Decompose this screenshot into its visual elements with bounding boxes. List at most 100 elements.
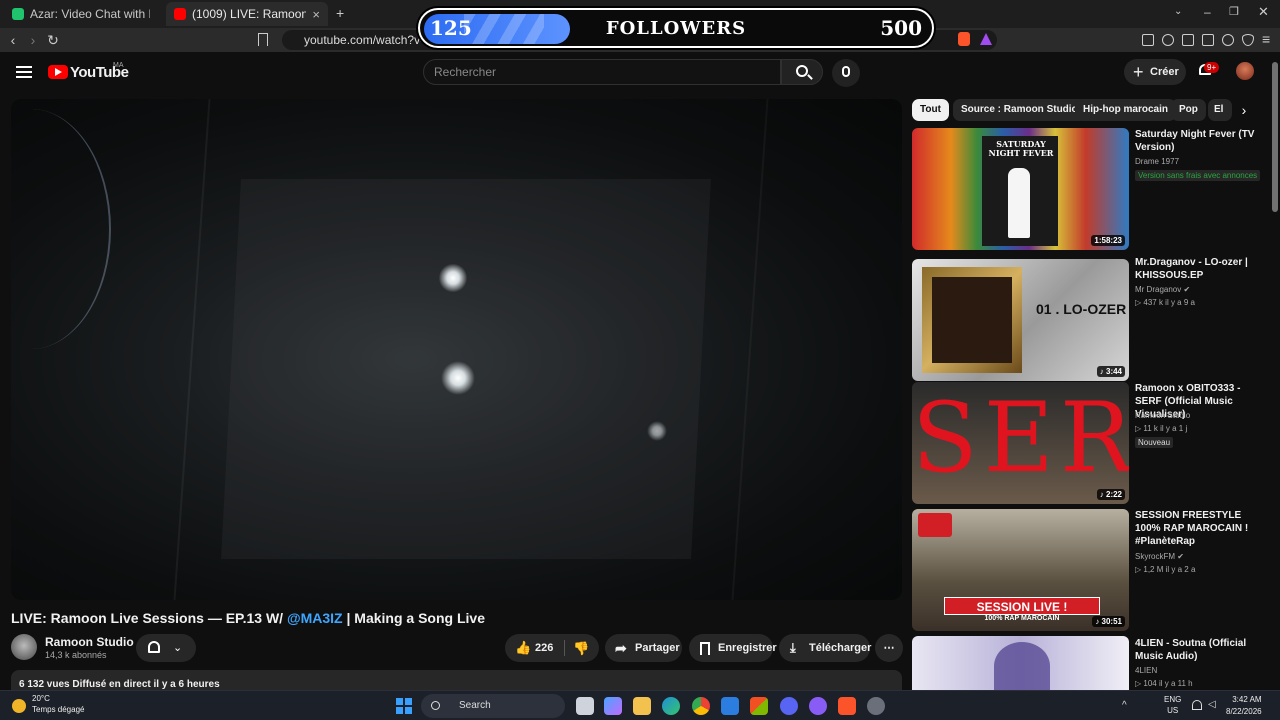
mail-icon[interactable] <box>721 697 739 715</box>
new-tab-button[interactable]: + <box>336 5 344 21</box>
search-button[interactable] <box>781 59 823 85</box>
save-button[interactable]: Enregistrer <box>689 634 777 662</box>
mention-link[interactable]: @MA3IZ <box>287 610 343 626</box>
notification-count-badge: 9+ <box>1204 62 1220 73</box>
share-button[interactable]: ➦ Partager <box>605 634 682 662</box>
recommendation-channel[interactable]: SkyrockFM ✔ <box>1135 552 1184 561</box>
create-button[interactable]: + Créer <box>1124 59 1186 85</box>
subscription-bell-button[interactable]: ⌄ <box>136 634 196 662</box>
obs-icon[interactable] <box>867 697 885 715</box>
chip-source[interactable]: Source : Ramoon Studio <box>953 99 1086 121</box>
brave-rewards-icon[interactable] <box>980 33 992 45</box>
chrome-icon[interactable] <box>692 697 710 715</box>
clock-time: 3:42 AM <box>1232 695 1262 704</box>
recommendation-channel[interactable]: 4LIEN <box>1135 666 1157 675</box>
store-icon[interactable] <box>750 697 768 715</box>
weather-moon-icon <box>12 699 26 713</box>
task-view-icon[interactable] <box>576 697 594 715</box>
recommendation-title[interactable]: SESSION FREESTYLE 100% RAP MAROCAIN ! #P… <box>1135 509 1265 548</box>
voice-search-button[interactable] <box>832 59 860 87</box>
browser-menu-icon[interactable]: ≡ <box>1262 31 1270 47</box>
discord-icon[interactable] <box>780 697 798 715</box>
search-icon-handle <box>807 74 813 80</box>
reload-icon[interactable]: ↻ <box>44 32 62 49</box>
music-icon[interactable] <box>1162 34 1174 46</box>
close-window-icon[interactable]: ✕ <box>1258 4 1269 20</box>
dancer-figure <box>1008 168 1030 238</box>
recommendation-thumbnail[interactable]: SERF ♪ 2:22 <box>912 382 1129 504</box>
app-icon[interactable] <box>809 697 827 715</box>
thumbnail-text: SERF <box>912 382 1129 494</box>
wallet-icon[interactable] <box>1202 34 1214 46</box>
region-code: US <box>1167 706 1179 715</box>
recommendation-thumbnail[interactable] <box>912 636 1129 690</box>
recommendation-title[interactable]: Mr.Draganov - LO-ozer | KHISSOUS.EP <box>1135 256 1265 282</box>
tab-azar[interactable]: Azar: Video Chat with New Peopl <box>4 2 164 26</box>
close-tab-icon[interactable]: × <box>306 7 320 22</box>
recommendation-thumbnail[interactable]: 01 . LO-OZER ♪ 3:44 <box>912 259 1129 381</box>
search-input[interactable]: Rechercher <box>423 59 781 85</box>
thumbnail-subtext: 100% RAP MAROCAIN <box>984 615 1060 622</box>
like-count[interactable]: 226 <box>535 634 553 662</box>
azar-icon <box>12 8 24 20</box>
edge-icon[interactable] <box>662 697 680 715</box>
maximize-icon[interactable]: ❐ <box>1229 5 1239 18</box>
download-button[interactable]: ⤓ Télécharger <box>779 634 872 662</box>
recommendation-channel[interactable]: Mr Draganov ✔ <box>1135 285 1190 294</box>
thumbs-up-icon[interactable]: 👍 <box>515 634 531 662</box>
brave-shields-icon[interactable] <box>958 32 970 46</box>
divider <box>564 640 565 656</box>
followers-goal: 500 <box>880 16 922 40</box>
download-label: Télécharger <box>809 642 872 654</box>
taskbar-search[interactable]: Search <box>421 694 565 718</box>
weather-widget[interactable]: 20°C Temps dégagé <box>32 693 84 715</box>
thumbs-down-icon[interactable]: 👍 <box>573 634 589 662</box>
tray-chevron-up-icon[interactable]: ^ <box>1122 700 1127 711</box>
tab-youtube[interactable]: (1009) LIVE: Ramoon Live Session × <box>166 2 328 26</box>
recommendation-channel[interactable]: Ramoon Studio <box>1135 411 1190 420</box>
video-light-spot <box>441 361 475 395</box>
bookmark-icon[interactable] <box>258 33 268 46</box>
vpn-shield-icon[interactable] <box>1242 34 1254 46</box>
chips-next-chevron-icon[interactable]: › <box>1233 99 1255 121</box>
chip-partial[interactable]: El <box>1208 99 1232 121</box>
minimize-icon[interactable]: – <box>1204 5 1211 19</box>
chip-all[interactable]: Tout <box>912 99 949 121</box>
recommendation-title[interactable]: 4LIEN - Soutna (Official Music Audio) <box>1135 637 1265 663</box>
video-light-spot <box>439 263 467 293</box>
leo-ai-icon[interactable] <box>1222 34 1234 46</box>
video-player[interactable] <box>11 99 902 600</box>
page-scrollbar[interactable] <box>1272 62 1278 212</box>
brave-taskbar-icon[interactable] <box>838 697 856 715</box>
video-title: LIVE: Ramoon Live Sessions — EP.13 W/ @M… <box>11 610 485 626</box>
weather-temp: 20°C <box>32 694 50 703</box>
extensions-icon[interactable] <box>1142 34 1154 46</box>
widgets-icon[interactable] <box>604 697 622 715</box>
back-icon[interactable]: ‹ <box>4 32 22 48</box>
thumbnail-text: SATURDAY NIGHT FEVER <box>988 139 1054 158</box>
system-clock[interactable]: 3:42 AM 8/22/2026 <box>1226 694 1262 718</box>
user-avatar[interactable] <box>1236 62 1254 80</box>
description-box[interactable]: 6 132 vues Diffusé en direct il y a 6 he… <box>11 670 902 692</box>
recommendation-thumbnail[interactable]: SESSION LIVE ! 100% RAP MAROCAIN ♪ 30:51 <box>912 509 1129 631</box>
recommendation-thumbnail[interactable]: SATURDAY NIGHT FEVER 1:58:23 <box>912 128 1129 250</box>
more-actions-button[interactable]: ⋯ <box>875 634 903 662</box>
volume-icon[interactable]: ◁ <box>1208 699 1216 710</box>
recommendation-channel[interactable]: Drame 1977 <box>1135 157 1179 166</box>
create-label: Créer <box>1150 66 1179 78</box>
language-indicator[interactable]: ENG US <box>1164 694 1181 716</box>
recommendation-title[interactable]: Saturday Night Fever (TV Version) <box>1135 128 1265 154</box>
youtube-logo-icon[interactable] <box>48 65 68 79</box>
hamburger-menu-icon[interactable] <box>16 66 32 78</box>
channel-name[interactable]: Ramoon Studio <box>45 635 134 649</box>
windows-start-icon[interactable] <box>396 698 412 714</box>
sidebar-icon[interactable] <box>1182 34 1194 46</box>
forward-icon[interactable]: › <box>24 32 42 48</box>
language-code: ENG <box>1164 695 1182 704</box>
wifi-icon[interactable] <box>1192 700 1202 710</box>
tab-list-chevron-icon[interactable]: ⌄ <box>1174 6 1182 17</box>
chip-pop[interactable]: Pop <box>1171 99 1206 121</box>
chip-hiphop-marocain[interactable]: Hip-hop marocain <box>1075 99 1177 121</box>
file-explorer-icon[interactable] <box>633 697 651 715</box>
channel-avatar[interactable] <box>11 634 37 660</box>
